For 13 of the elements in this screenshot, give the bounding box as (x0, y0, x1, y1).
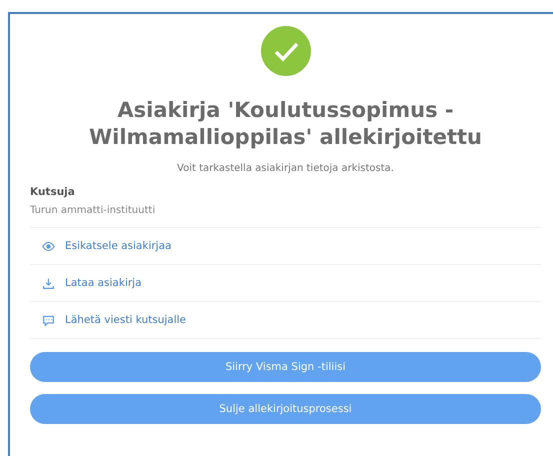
download-icon (42, 276, 55, 290)
inviter-value: Turun ammatti-instituutti (30, 205, 541, 228)
subtitle-text: Voit tarkastella asiakirjan tietoja arkistosta. (176, 163, 395, 174)
action-button[interactable]: Siirry Visma Sign -tiliisi (30, 352, 541, 382)
action-link[interactable]: Esikatsele asiakirjaa (65, 240, 172, 252)
inviter-label: Kutsuja (30, 186, 76, 198)
success-check-icon (260, 26, 310, 76)
action-link[interactable]: Lataa asiakirja (65, 277, 142, 289)
action-link[interactable]: Lähetä viesti kutsujalle (65, 314, 186, 326)
action-button[interactable]: Sulje allekirjoitusprosessi (30, 394, 541, 424)
page-title: Asiakirja 'Koulutussopimus - Wilmamallioppilas' allekirjoitettu (88, 97, 484, 151)
chat-bubble-icon (42, 314, 55, 326)
eye-icon (42, 240, 55, 252)
